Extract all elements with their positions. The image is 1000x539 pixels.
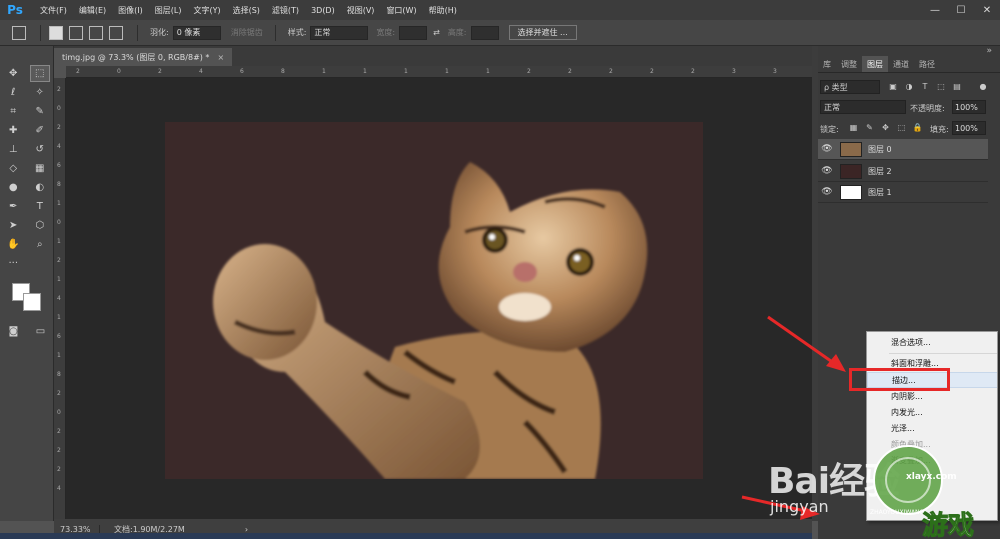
- site-watermark: xlayx.com: [906, 472, 957, 482]
- highlight-box: [849, 368, 950, 391]
- youxi-watermark: 游戏: [921, 511, 975, 539]
- site-subtitle-watermark: ZHAOYOUXIWANG: [870, 509, 925, 516]
- annotation-arrow-icon: [767, 315, 846, 372]
- jingyan-watermark: jingyan: [770, 497, 829, 516]
- os-taskbar: [0, 533, 812, 539]
